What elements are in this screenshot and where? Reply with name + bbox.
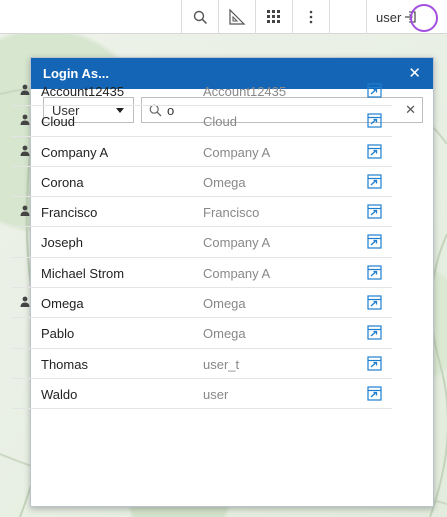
more-icon: [309, 10, 313, 24]
user-name: Michael Strom: [41, 265, 125, 281]
user-icon: [20, 145, 30, 156]
user-name: Joseph: [41, 235, 83, 251]
user-name: Account12435: [41, 84, 125, 99]
apps-button[interactable]: [255, 0, 292, 34]
list-item[interactable]: Thomas user_t: [12, 349, 392, 379]
login-as-icon[interactable]: [367, 265, 382, 280]
clear-search-icon[interactable]: ✕: [405, 102, 416, 118]
user-name: Corona: [41, 174, 84, 190]
user-company: Cloud: [203, 114, 237, 130]
list-item[interactable]: Michael Strom Company A: [12, 258, 392, 289]
list-item[interactable]: Company A Company A: [12, 137, 392, 167]
search-icon: [193, 10, 207, 24]
user-name: Francisco: [41, 205, 98, 221]
login-as-icon[interactable]: [367, 295, 382, 310]
login-as-icon[interactable]: [367, 83, 382, 98]
measure-button[interactable]: [218, 0, 255, 34]
user-icon: [20, 114, 30, 126]
user-company: Omega: [203, 296, 246, 312]
user-list: Account12435 Account12435 Cloud Cloud Compan…: [12, 76, 392, 410]
user-company: Francisco: [203, 205, 260, 221]
login-as-icon[interactable]: [367, 143, 382, 159]
user-name: Waldo: [41, 386, 78, 402]
list-item[interactable]: Joseph Company A: [12, 227, 392, 258]
user-icon: [20, 296, 30, 308]
user-company: Account12435: [203, 84, 287, 99]
user-name: Pablo: [41, 326, 75, 342]
login-as-icon[interactable]: [367, 204, 382, 219]
login-as-icon[interactable]: [367, 174, 382, 189]
close-icon[interactable]: ✕: [408, 66, 421, 81]
list-item[interactable]: Francisco Francisco: [12, 197, 392, 228]
login-as-icon[interactable]: [367, 386, 382, 401]
user-menu-button[interactable]: user: [366, 0, 447, 34]
measure-icon: [229, 8, 246, 25]
list-item[interactable]: Pablo Omega: [12, 318, 392, 349]
login-as-icon[interactable]: [367, 356, 382, 371]
search-button[interactable]: [181, 0, 218, 34]
grid-icon: [267, 10, 280, 23]
list-item[interactable]: Omega Omega: [12, 288, 392, 319]
toolbar-spacer: [329, 0, 366, 34]
top-toolbar: user: [0, 0, 447, 34]
user-name: Omega: [41, 296, 84, 312]
login-as-icon[interactable]: [367, 113, 382, 128]
user-company: Company A: [203, 144, 271, 160]
list-item[interactable]: Cloud Cloud: [12, 106, 392, 137]
list-item[interactable]: Account12435 Account12435: [12, 76, 392, 107]
user-name: Company A: [41, 144, 109, 160]
more-menu-button[interactable]: [292, 0, 329, 34]
user-company: user: [203, 386, 229, 402]
login-as-icon[interactable]: [367, 234, 382, 250]
list-item[interactable]: Corona Omega: [12, 167, 392, 198]
user-company: Omega: [203, 174, 246, 190]
list-item[interactable]: Waldo user: [12, 379, 392, 410]
user-company: Company A: [203, 235, 271, 251]
user-company: user_t: [203, 356, 240, 372]
user-name: Thomas: [41, 356, 88, 372]
login-as-icon[interactable]: [367, 325, 382, 340]
user-company: Company A: [203, 265, 271, 281]
user-label: user: [376, 9, 402, 25]
user-icon: [20, 84, 30, 95]
user-company: Omega: [203, 326, 246, 342]
user-icon: [20, 205, 30, 217]
user-name: Cloud: [41, 114, 75, 130]
logout-icon[interactable]: [404, 11, 416, 23]
